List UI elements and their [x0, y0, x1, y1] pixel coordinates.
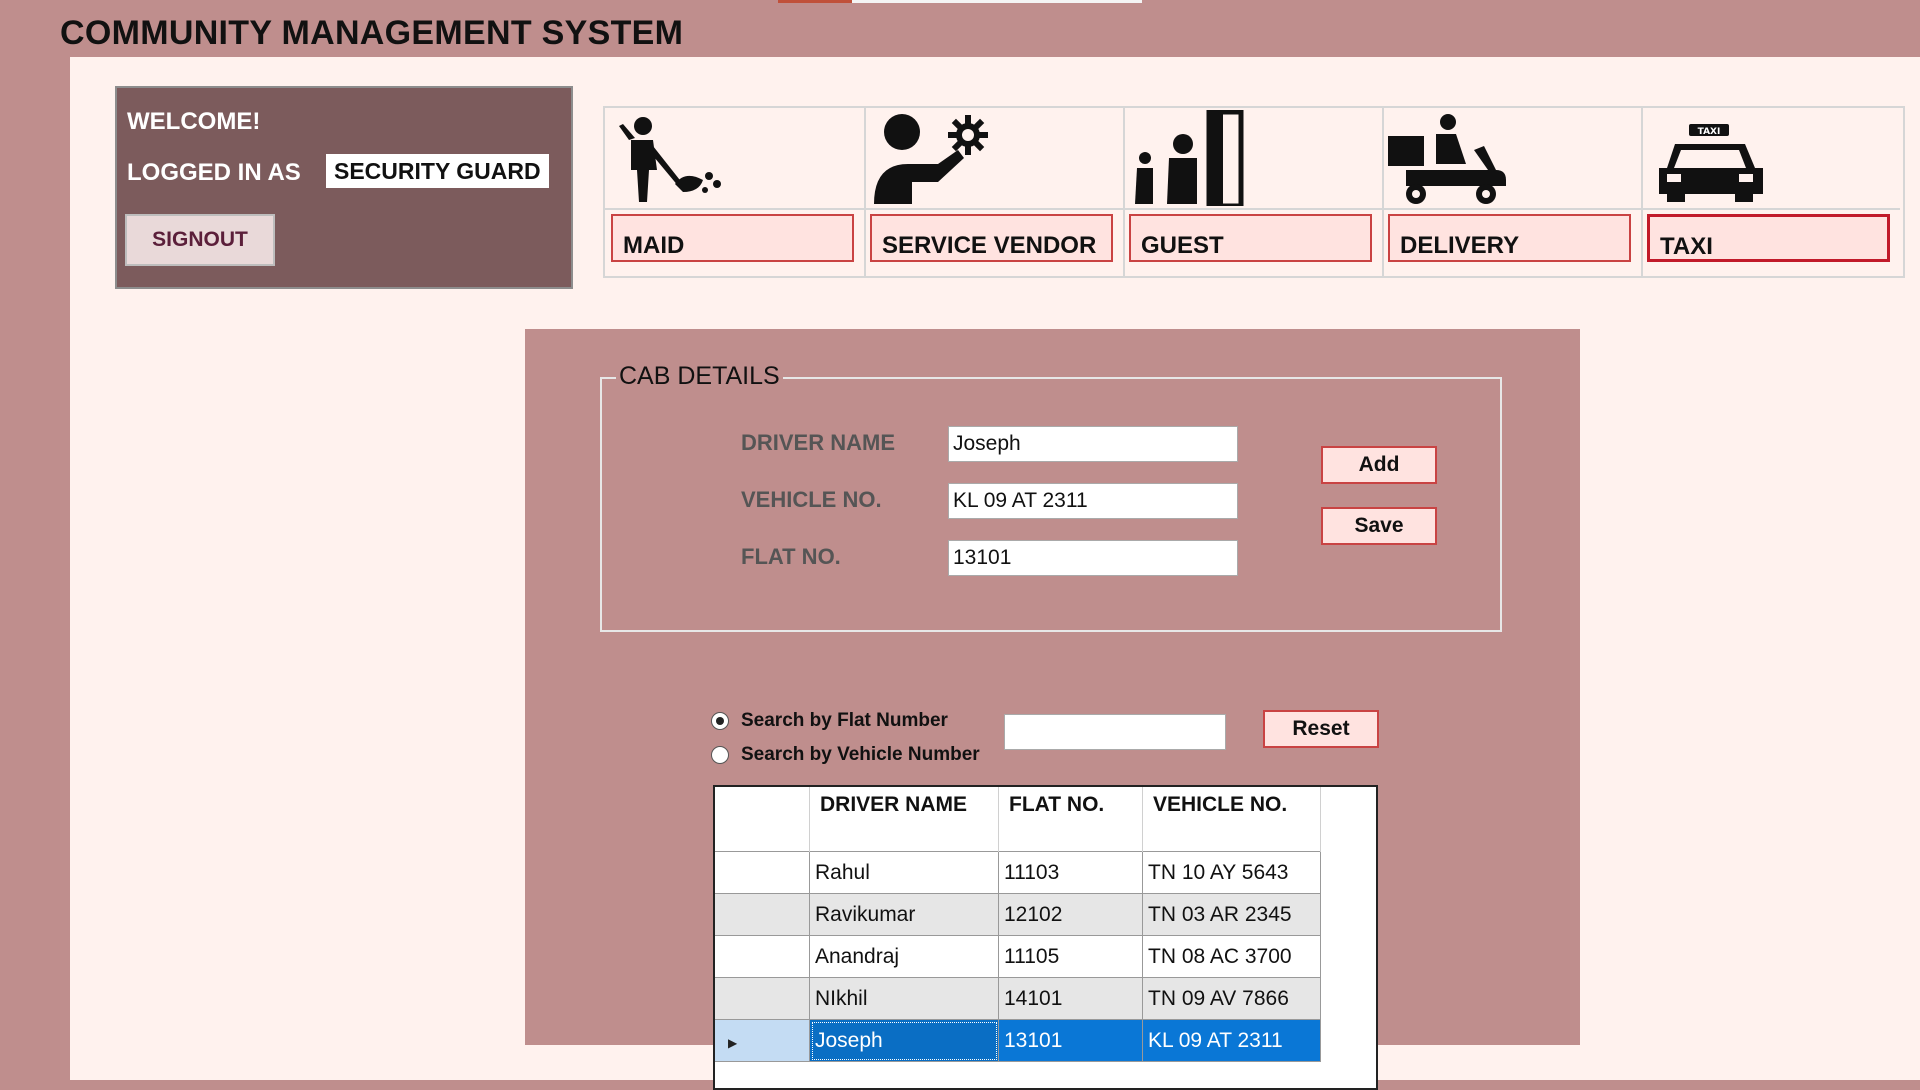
- column-header-driver[interactable]: DRIVER NAME: [809, 787, 999, 852]
- cell-flat[interactable]: 14101: [998, 977, 1143, 1020]
- category-maid: MAID: [605, 108, 866, 276]
- delivery-button[interactable]: DELIVERY: [1388, 214, 1631, 262]
- cell-driver[interactable]: NIkhil: [809, 977, 999, 1020]
- cell-flat[interactable]: 13101: [998, 1019, 1143, 1062]
- reset-button[interactable]: Reset: [1263, 710, 1379, 748]
- category-service-vendor: SERVICE VENDOR: [864, 108, 1125, 276]
- cell-driver[interactable]: Joseph: [809, 1019, 999, 1062]
- vehicle-no-label: VEHICLE NO.: [741, 487, 882, 512]
- save-button[interactable]: Save: [1321, 507, 1437, 545]
- table-row-selected[interactable]: ▶ Joseph 13101 KL 09 AT 2311: [715, 1019, 1321, 1062]
- row-header[interactable]: [715, 935, 810, 978]
- service-vendor-button[interactable]: SERVICE VENDOR: [870, 214, 1113, 262]
- guest-icon[interactable]: [1123, 108, 1382, 210]
- flat-no-label: FLAT NO.: [741, 544, 841, 569]
- main-content: WELCOME! LOGGED IN AS SECURITY GUARD SIG…: [70, 57, 1920, 1090]
- table-row[interactable]: NIkhil 14101 TN 09 AV 7866: [715, 977, 1321, 1020]
- add-button[interactable]: Add: [1321, 446, 1437, 484]
- cell-flat[interactable]: 12102: [998, 893, 1143, 936]
- cab-table: DRIVER NAME FLAT NO. VEHICLE NO. Rahul 1…: [715, 787, 1321, 1062]
- row-header-corner: [715, 787, 810, 852]
- row-header[interactable]: ▶: [715, 1019, 810, 1062]
- category-taxi: TAXI TAXI: [1641, 108, 1900, 276]
- current-row-arrow-icon: ▶: [728, 1035, 738, 1050]
- window-tab-strip: [852, 0, 1142, 3]
- cell-flat[interactable]: 11103: [998, 851, 1143, 894]
- table-row[interactable]: Ravikumar 12102 TN 03 AR 2345: [715, 893, 1321, 936]
- cab-details-panel: CAB DETAILS DRIVER NAME VEHICLE NO. FLAT…: [525, 329, 1580, 1090]
- cell-driver[interactable]: Anandraj: [809, 935, 999, 978]
- column-header-vehicle[interactable]: VEHICLE NO.: [1142, 787, 1321, 852]
- maid-icon[interactable]: [605, 108, 864, 210]
- welcome-panel: WELCOME! LOGGED IN AS SECURITY GUARD SIG…: [115, 86, 573, 289]
- svg-text:TAXI: TAXI: [1698, 127, 1721, 137]
- search-by-vehicle-radio[interactable]: Search by Vehicle Number: [711, 744, 980, 766]
- search-by-flat-label: Search by Flat Number: [741, 710, 948, 731]
- driver-name-input[interactable]: [948, 426, 1238, 462]
- category-strip: MAID SERVICE VENDOR GUEST DELIVERY TAXI …: [603, 106, 1905, 278]
- radio-checked-icon: [711, 712, 729, 730]
- cell-vehicle[interactable]: TN 10 AY 5643: [1142, 851, 1321, 894]
- maid-button[interactable]: MAID: [611, 214, 854, 262]
- category-guest: GUEST: [1123, 108, 1384, 276]
- taxi-button[interactable]: TAXI: [1647, 214, 1890, 262]
- column-header-flat[interactable]: FLAT NO.: [998, 787, 1143, 852]
- row-header[interactable]: [715, 977, 810, 1020]
- logged-in-label: LOGGED IN AS: [127, 159, 301, 186]
- delivery-icon[interactable]: [1382, 108, 1641, 210]
- taxi-icon[interactable]: TAXI: [1641, 108, 1900, 210]
- cell-driver[interactable]: Ravikumar: [809, 893, 999, 936]
- cab-data-grid[interactable]: DRIVER NAME FLAT NO. VEHICLE NO. Rahul 1…: [713, 785, 1378, 1090]
- cell-driver[interactable]: Rahul: [809, 851, 999, 894]
- cell-vehicle[interactable]: TN 03 AR 2345: [1142, 893, 1321, 936]
- table-row[interactable]: Anandraj 11105 TN 08 AC 3700: [715, 935, 1321, 978]
- app-title: COMMUNITY MANAGEMENT SYSTEM: [60, 14, 684, 52]
- table-row[interactable]: Rahul 11103 TN 10 AY 5643: [715, 851, 1321, 894]
- row-header[interactable]: [715, 851, 810, 894]
- group-legend: CAB DETAILS: [616, 362, 783, 391]
- row-header[interactable]: [715, 893, 810, 936]
- driver-name-label: DRIVER NAME: [741, 430, 896, 455]
- cell-flat[interactable]: 11105: [998, 935, 1143, 978]
- window-tab-accent: [778, 0, 852, 3]
- table-header-row: DRIVER NAME FLAT NO. VEHICLE NO.: [715, 787, 1321, 852]
- radio-unchecked-icon: [711, 746, 729, 764]
- search-by-flat-radio[interactable]: Search by Flat Number: [711, 710, 948, 732]
- search-by-vehicle-label: Search by Vehicle Number: [741, 744, 980, 765]
- search-input[interactable]: [1004, 714, 1226, 750]
- signout-button[interactable]: SIGNOUT: [125, 214, 275, 266]
- service-vendor-icon[interactable]: [864, 108, 1123, 210]
- category-delivery: DELIVERY: [1382, 108, 1643, 276]
- role-badge: SECURITY GUARD: [326, 154, 549, 188]
- guest-button[interactable]: GUEST: [1129, 214, 1372, 262]
- flat-no-input[interactable]: [948, 540, 1238, 576]
- cell-vehicle[interactable]: KL 09 AT 2311: [1142, 1019, 1321, 1062]
- cell-vehicle[interactable]: TN 09 AV 7866: [1142, 977, 1321, 1020]
- cab-details-group: CAB DETAILS DRIVER NAME VEHICLE NO. FLAT…: [600, 362, 1502, 632]
- cell-vehicle[interactable]: TN 08 AC 3700: [1142, 935, 1321, 978]
- vehicle-no-input[interactable]: [948, 483, 1238, 519]
- welcome-greeting: WELCOME!: [127, 108, 261, 135]
